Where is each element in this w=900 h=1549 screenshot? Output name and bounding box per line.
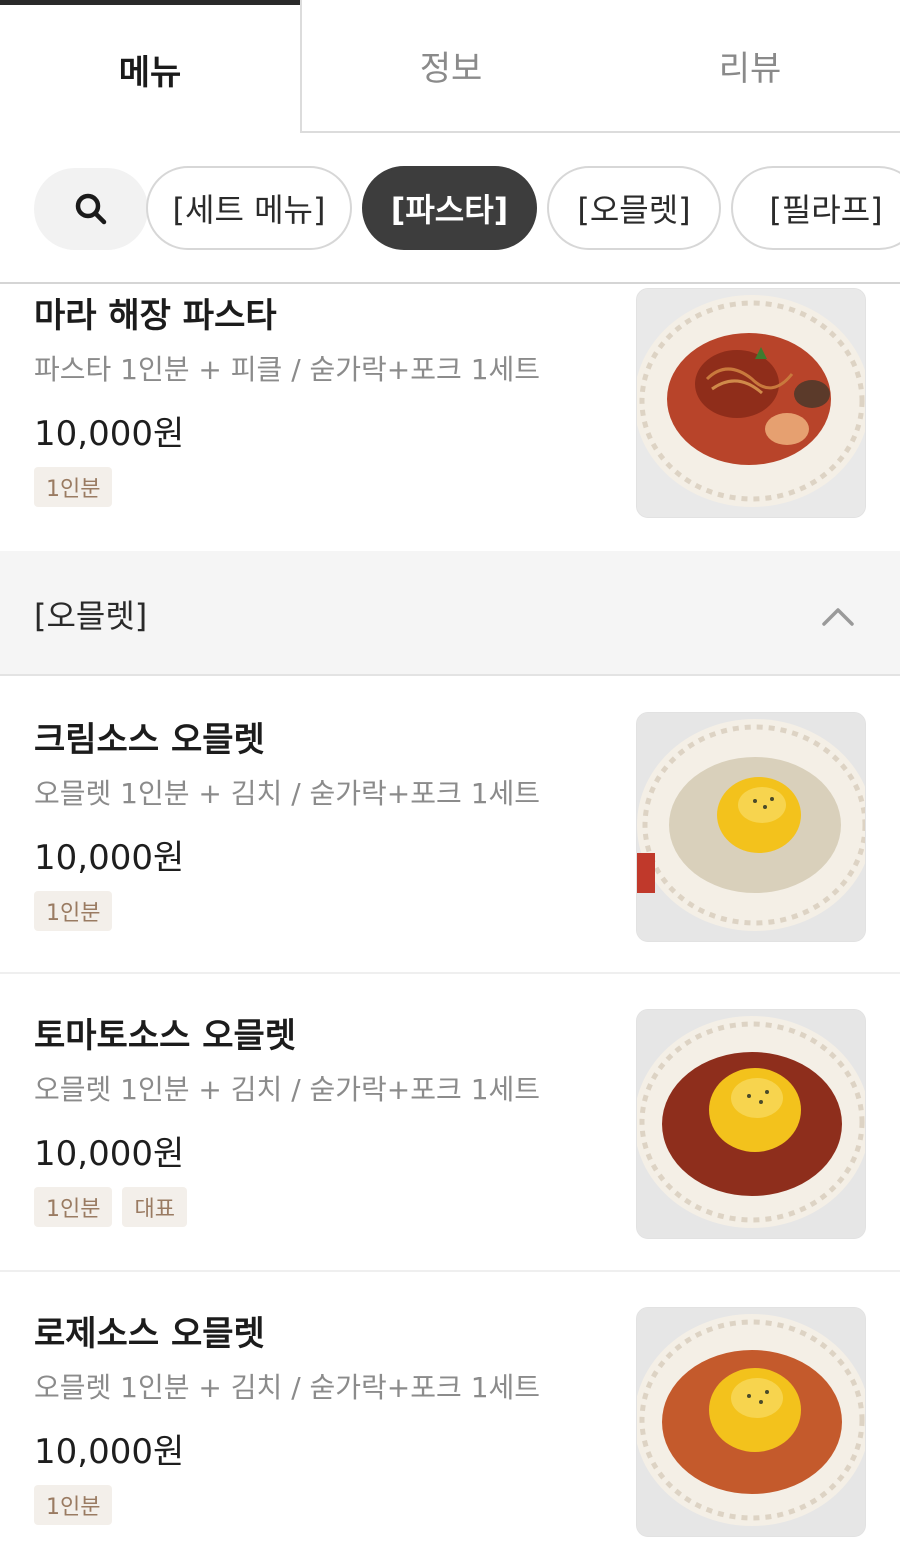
badge-serving: 1인분	[34, 467, 113, 507]
item-description: 파스타 1인분 + 피클 / 숟가락+포크 1세트	[34, 353, 541, 386]
item-badges: 1인분	[34, 467, 113, 507]
section-title: [오믈렛]	[34, 597, 148, 635]
item-price: 10,000원	[34, 838, 185, 878]
item-description: 오믈렛 1인분 + 김치 / 숟가락+포크 1세트	[34, 777, 541, 810]
item-price: 10,000원	[34, 1134, 185, 1174]
item-image	[636, 1307, 866, 1537]
chevron-up-icon[interactable]	[818, 596, 858, 636]
menu-item-cream-omelet[interactable]: 크림소스 오믈렛 오믈렛 1인분 + 김치 / 숟가락+포크 1세트 10,00…	[0, 678, 900, 972]
menu-item-mala-pasta[interactable]: 마라 해장 파스타 파스타 1인분 + 피클 / 숟가락+포크 1세트 10,0…	[0, 284, 900, 550]
chip-set-menu[interactable]: [세트 메뉴]	[146, 166, 352, 250]
section-header-omelet[interactable]: [오믈렛]	[0, 551, 900, 676]
item-price: 10,000원	[34, 1432, 185, 1472]
item-name: 마라 해장 파스타	[34, 296, 277, 336]
chip-pilaf[interactable]: [필라프]	[731, 166, 900, 250]
item-price: 10,000원	[34, 414, 185, 454]
item-description: 오믈렛 1인분 + 김치 / 숟가락+포크 1세트	[34, 1073, 541, 1106]
badge-serving: 1인분	[34, 1485, 113, 1525]
tomato-omelet-plate	[637, 1010, 865, 1238]
search-button[interactable]	[34, 168, 148, 250]
chip-omelet[interactable]: [오믈렛]	[547, 166, 721, 250]
menu-item-tomato-omelet[interactable]: 토마토소스 오믈렛 오믈렛 1인분 + 김치 / 숟가락+포크 1세트 10,0…	[0, 974, 900, 1270]
tab-menu[interactable]: 메뉴	[0, 0, 300, 133]
tab-info[interactable]: 정보	[300, 0, 600, 133]
chip-pasta[interactable]: [파스타]	[362, 166, 537, 250]
item-name: 토마토소스 오믈렛	[34, 1016, 297, 1056]
menu-item-rose-omelet[interactable]: 로제소스 오믈렛 오믈렛 1인분 + 김치 / 숟가락+포크 1세트 10,00…	[0, 1272, 900, 1549]
tab-bar: 메뉴 정보 리뷰	[0, 0, 900, 133]
item-name: 로제소스 오믈렛	[34, 1314, 265, 1354]
badge-serving: 1인분	[34, 891, 113, 931]
item-image	[636, 1009, 866, 1239]
item-badges: 1인분	[34, 1485, 113, 1525]
item-image	[636, 712, 866, 942]
rose-omelet-plate	[637, 1308, 865, 1536]
badge-serving: 1인분	[34, 1187, 113, 1227]
pasta-plate	[637, 289, 865, 517]
category-chip-bar: [세트 메뉴] [파스타] [오믈렛] [필라프]	[0, 166, 900, 252]
tab-review[interactable]: 리뷰	[600, 0, 900, 133]
item-description: 오믈렛 1인분 + 김치 / 숟가락+포크 1세트	[34, 1371, 541, 1404]
item-badges: 1인분	[34, 891, 113, 931]
badge-signature: 대표	[122, 1187, 187, 1227]
item-image	[636, 288, 866, 518]
item-name: 크림소스 오믈렛	[34, 720, 265, 760]
cream-omelet-plate	[637, 713, 865, 941]
item-badges: 1인분 대표	[34, 1187, 187, 1227]
search-icon	[75, 193, 107, 225]
